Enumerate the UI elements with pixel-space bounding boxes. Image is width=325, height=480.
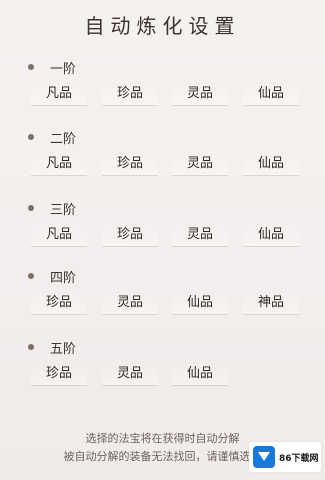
grade-option-zhenpin[interactable]: 珍品 — [31, 292, 87, 315]
grade-option-zhenpin[interactable]: 珍品 — [102, 224, 158, 247]
grade-options: 珍品 灵品 仙品 — [0, 363, 325, 387]
tier-label: 二阶 — [50, 131, 77, 147]
bullet-dot-icon — [28, 134, 34, 140]
grade-option-zhenpin[interactable]: 珍品 — [102, 153, 158, 176]
tier-header: 二阶 — [28, 129, 77, 147]
bullet-dot-icon — [28, 64, 34, 70]
grade-option-zhenpin[interactable]: 珍品 — [31, 363, 87, 386]
grade-option-zhenpin[interactable]: 珍品 — [102, 83, 158, 106]
tier-header: 三阶 — [28, 200, 77, 218]
grade-options: 珍品 灵品 仙品 神品 — [0, 292, 325, 316]
tier-label: 三阶 — [50, 202, 77, 218]
grade-option-xianpin[interactable]: 仙品 — [243, 83, 299, 106]
bullet-dot-icon — [28, 273, 34, 279]
page-title: 自动炼化设置 — [84, 14, 241, 38]
grade-option-lingpin[interactable]: 灵品 — [172, 83, 228, 106]
watermark-text: 86下载网 — [279, 453, 319, 464]
grade-option-shenpin[interactable]: 神品 — [243, 292, 299, 315]
grade-option-xianpin[interactable]: 仙品 — [243, 224, 299, 247]
grade-option-xianpin[interactable]: 仙品 — [172, 292, 228, 315]
tier-header: 五阶 — [28, 339, 77, 357]
grade-option-lingpin[interactable]: 灵品 — [172, 224, 228, 247]
tier-label: 四阶 — [50, 270, 77, 286]
grade-option-fanpin[interactable]: 凡品 — [31, 153, 87, 176]
bullet-dot-icon — [28, 205, 34, 211]
download-logo-icon — [253, 446, 275, 468]
grade-options: 凡品 珍品 灵品 仙品 — [0, 224, 325, 248]
grade-option-lingpin[interactable]: 灵品 — [102, 363, 158, 386]
grade-option-xianpin[interactable]: 仙品 — [172, 363, 228, 386]
grade-options: 凡品 珍品 灵品 仙品 — [0, 153, 325, 177]
grade-options: 凡品 珍品 灵品 仙品 — [0, 83, 325, 107]
grade-option-fanpin[interactable]: 凡品 — [31, 224, 87, 247]
tier-header: 一阶 — [28, 59, 77, 77]
grade-option-lingpin[interactable]: 灵品 — [172, 153, 228, 176]
grade-option-fanpin[interactable]: 凡品 — [31, 83, 87, 106]
site-watermark: 86下载网 — [249, 442, 321, 472]
grade-option-xianpin[interactable]: 仙品 — [243, 153, 299, 176]
bullet-dot-icon — [28, 344, 34, 350]
tier-header: 四阶 — [28, 268, 77, 286]
tier-label: 一阶 — [50, 61, 77, 77]
tier-label: 五阶 — [50, 341, 77, 357]
grade-option-lingpin[interactable]: 灵品 — [102, 292, 158, 315]
